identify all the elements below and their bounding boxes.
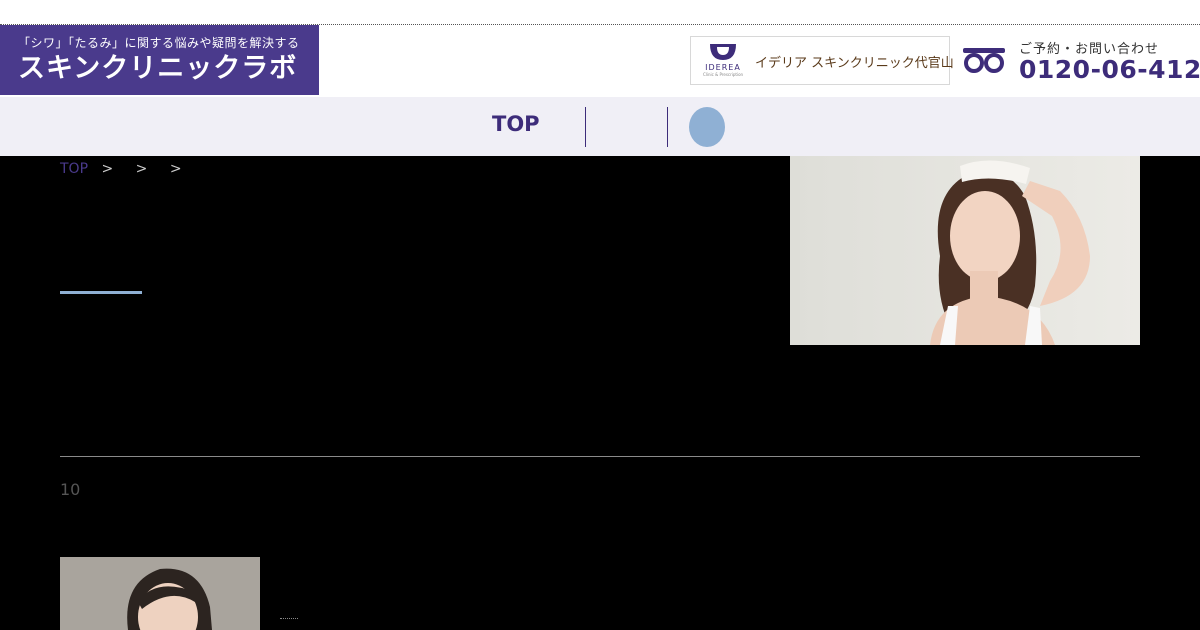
section-divider: [60, 456, 1140, 457]
nav-round-button[interactable]: [689, 107, 725, 147]
hero-image: [790, 156, 1140, 345]
clinic-brand-sub: Clinic & Prescription: [702, 72, 744, 77]
page-title-underline: [60, 291, 142, 294]
clinic-emblem-icon: [710, 44, 736, 60]
clinic-banner[interactable]: IDEREA Clinic & Prescription イデリア スキンクリニ…: [690, 36, 954, 85]
clinic-logo: IDEREA Clinic & Prescription: [699, 43, 747, 81]
breadcrumb: TOP > > >: [60, 161, 191, 177]
site-header: 「シワ」「たるみ」に関する悩みや疑問を解決する スキンクリニックラボ IDERE…: [0, 25, 1200, 97]
clinic-name: イデリア スキンクリニック代官山: [755, 56, 954, 71]
breadcrumb-separator: >: [101, 161, 114, 177]
breadcrumb-separator: >: [169, 161, 182, 177]
site-name: スキンクリニックラボ: [18, 53, 298, 84]
site-logo[interactable]: 「シワ」「たるみ」に関する悩みや疑問を解決する スキンクリニックラボ: [0, 25, 319, 95]
phone-number[interactable]: 0120-06-4120: [1019, 55, 1200, 84]
thumbnail-photo-woman: [60, 557, 260, 630]
nav-divider: [667, 107, 668, 147]
top-strip: [0, 0, 1200, 25]
article-count: 10: [60, 480, 81, 499]
global-nav: TOP: [0, 97, 1200, 156]
free-dial-icon: [963, 48, 1005, 73]
breadcrumb-separator: >: [135, 161, 148, 177]
article-thumbnail[interactable]: [60, 557, 260, 630]
nav-divider: [585, 107, 586, 147]
contact-phone[interactable]: ご予約・お問い合わせ 0120-06-4120: [962, 37, 1200, 87]
hero-photo-woman: [790, 156, 1140, 345]
site-tagline: 「シワ」「たるみ」に関する悩みや疑問を解決する: [18, 36, 300, 50]
dotted-line: [280, 618, 298, 619]
breadcrumb-top-link[interactable]: TOP: [60, 161, 88, 177]
clinic-brand: IDEREA: [705, 63, 741, 72]
nav-top-link[interactable]: TOP: [492, 112, 540, 136]
